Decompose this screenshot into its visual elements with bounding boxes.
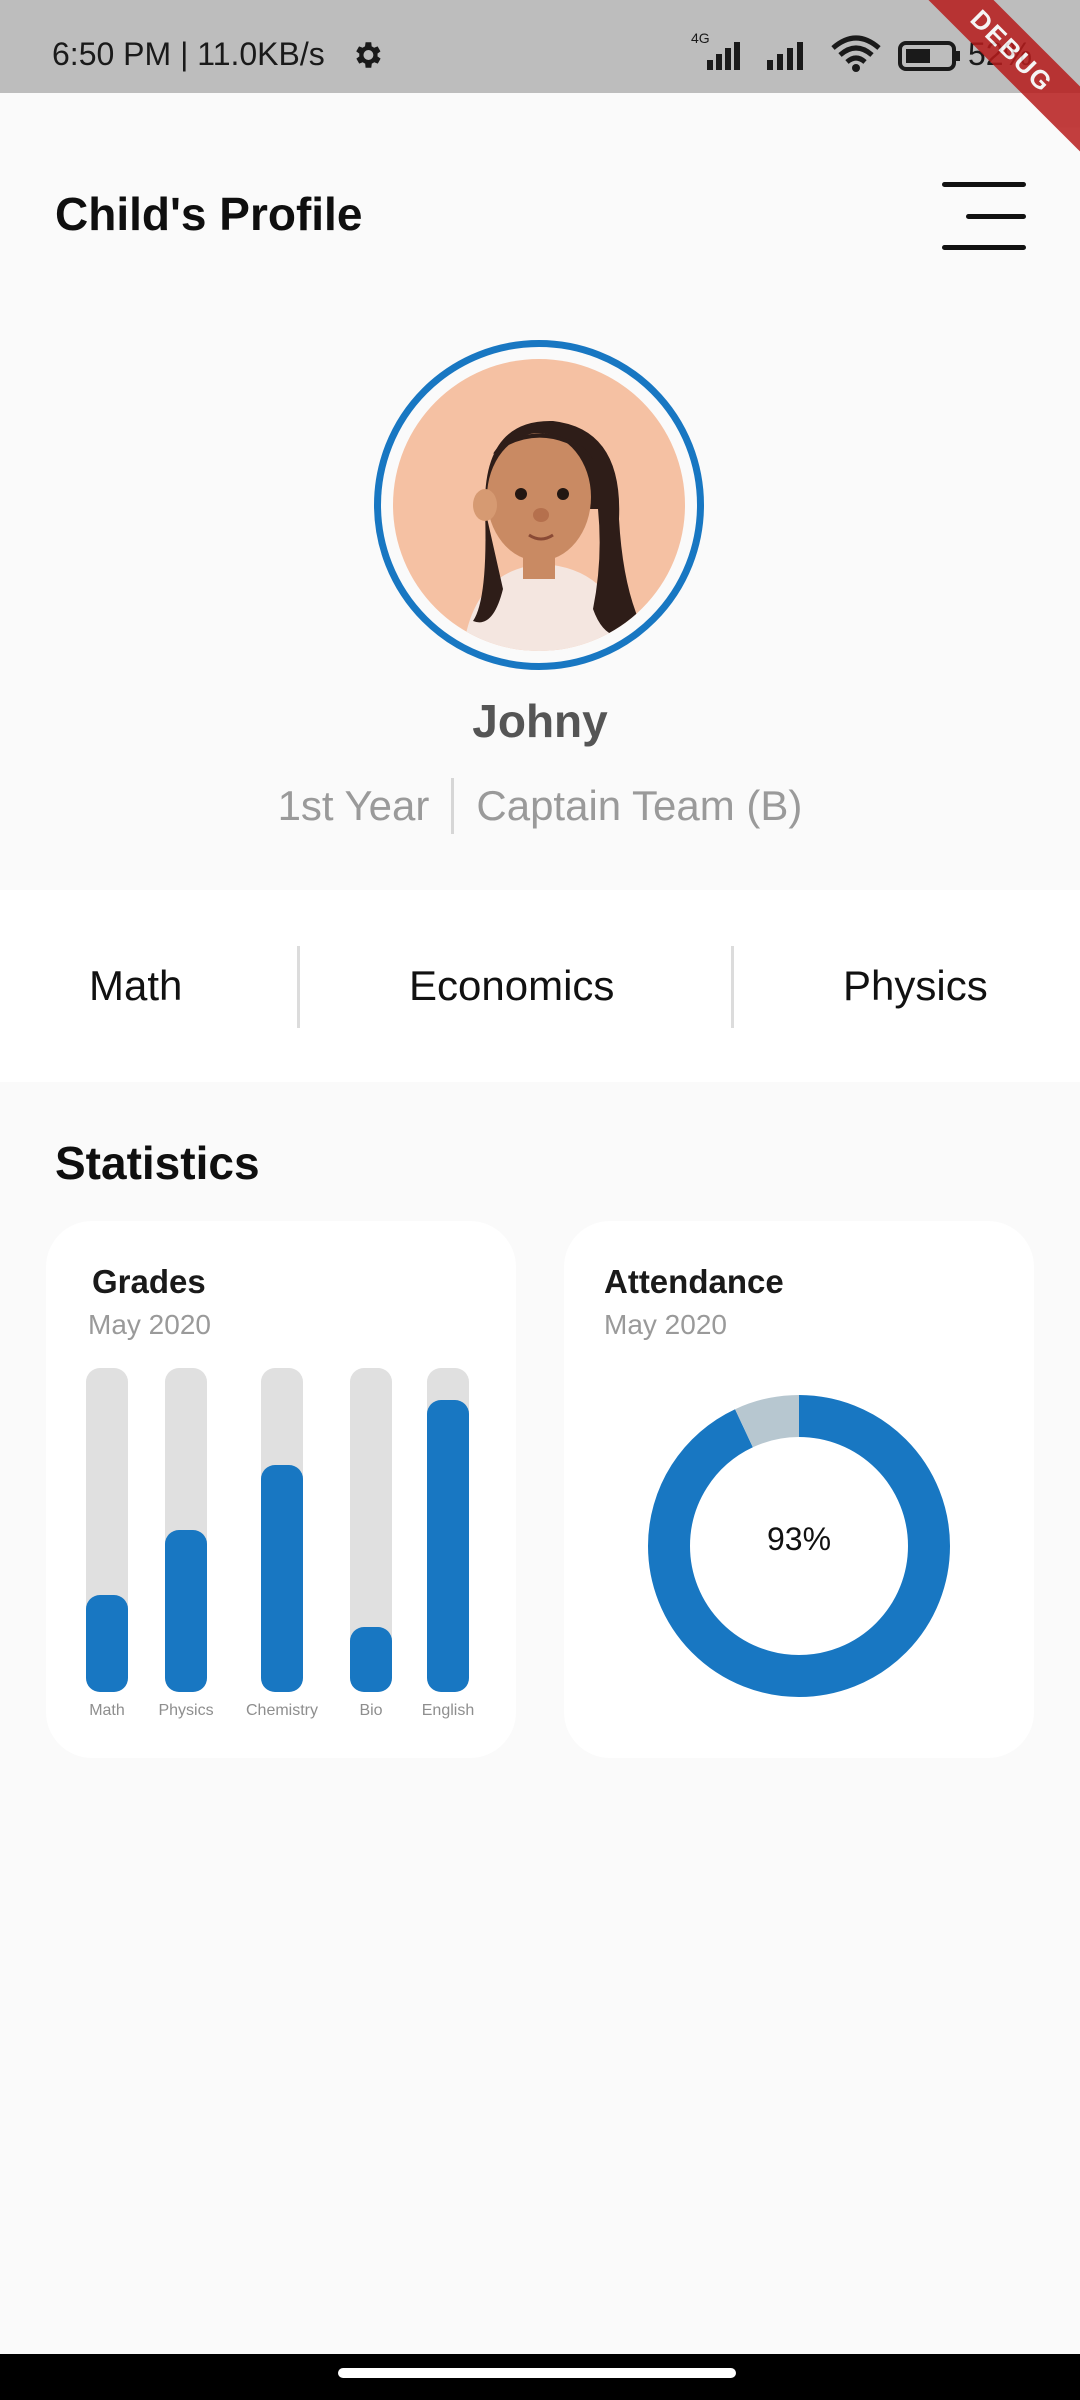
gear-icon — [356, 42, 381, 68]
grade-bar-label: Chemistry — [245, 1702, 318, 1719]
status-time: 6:50 PM | 11.0KB/s — [52, 36, 325, 72]
statistics-title: Statistics — [55, 1137, 260, 1189]
subjects-bar: Math Economics Physics — [0, 890, 1080, 1082]
grades-card[interactable]: Grades May 2020 Math Physics Chemistry Bio E… — [46, 1221, 516, 1758]
subject-divider — [731, 946, 734, 1028]
grades-title: Grades — [92, 1263, 206, 1300]
attendance-card[interactable]: Attendance May 2020 93% — [564, 1221, 1034, 1758]
grade-bar-chemistry — [261, 1368, 303, 1692]
avatar-ring[interactable] — [374, 340, 704, 670]
grade-bar-fill — [165, 1530, 207, 1692]
subject-math[interactable]: Math — [89, 890, 182, 1082]
avatar — [393, 359, 685, 651]
signal-icon: 4G — [685, 30, 749, 74]
battery-icon — [898, 41, 960, 71]
grade-bar-fill — [261, 1465, 303, 1692]
grade-bar-label: Physics — [158, 1702, 214, 1719]
subject-divider — [297, 946, 300, 1028]
signal-icon — [767, 42, 803, 70]
child-meta: 1st Year Captain Team (B) — [0, 778, 1080, 834]
attendance-title: Attendance — [604, 1263, 784, 1300]
grade-bar-physics — [165, 1368, 207, 1692]
page-title: Child's Profile — [55, 188, 363, 240]
grade-bar-bio — [350, 1368, 392, 1692]
meta-divider — [451, 778, 455, 834]
home-indicator[interactable] — [338, 2368, 736, 2378]
child-year: 1st Year — [277, 782, 430, 829]
child-name: Johny — [472, 695, 608, 747]
navigation-bar — [0, 2354, 1080, 2400]
grade-bar-math — [86, 1368, 128, 1692]
wifi-icon — [831, 35, 881, 72]
subject-economics[interactable]: Economics — [409, 890, 614, 1082]
attendance-percent: 93% — [766, 1521, 832, 1557]
status-bar: 6:50 PM | 11.0KB/s 4G 52% — [0, 0, 1080, 93]
grade-bar-english — [427, 1368, 469, 1692]
grades-period: May 2020 — [88, 1309, 211, 1340]
grade-bar-fill — [350, 1627, 392, 1692]
grade-bar-fill — [86, 1594, 128, 1692]
menu-button[interactable] — [940, 182, 1026, 252]
attendance-period: May 2020 — [604, 1309, 727, 1340]
grade-bar-label: English — [421, 1702, 475, 1719]
status-icons: 4G — [685, 30, 963, 74]
grade-bar-fill — [427, 1400, 469, 1692]
subject-physics[interactable]: Physics — [843, 890, 988, 1082]
child-role: Captain Team (B) — [476, 782, 803, 829]
